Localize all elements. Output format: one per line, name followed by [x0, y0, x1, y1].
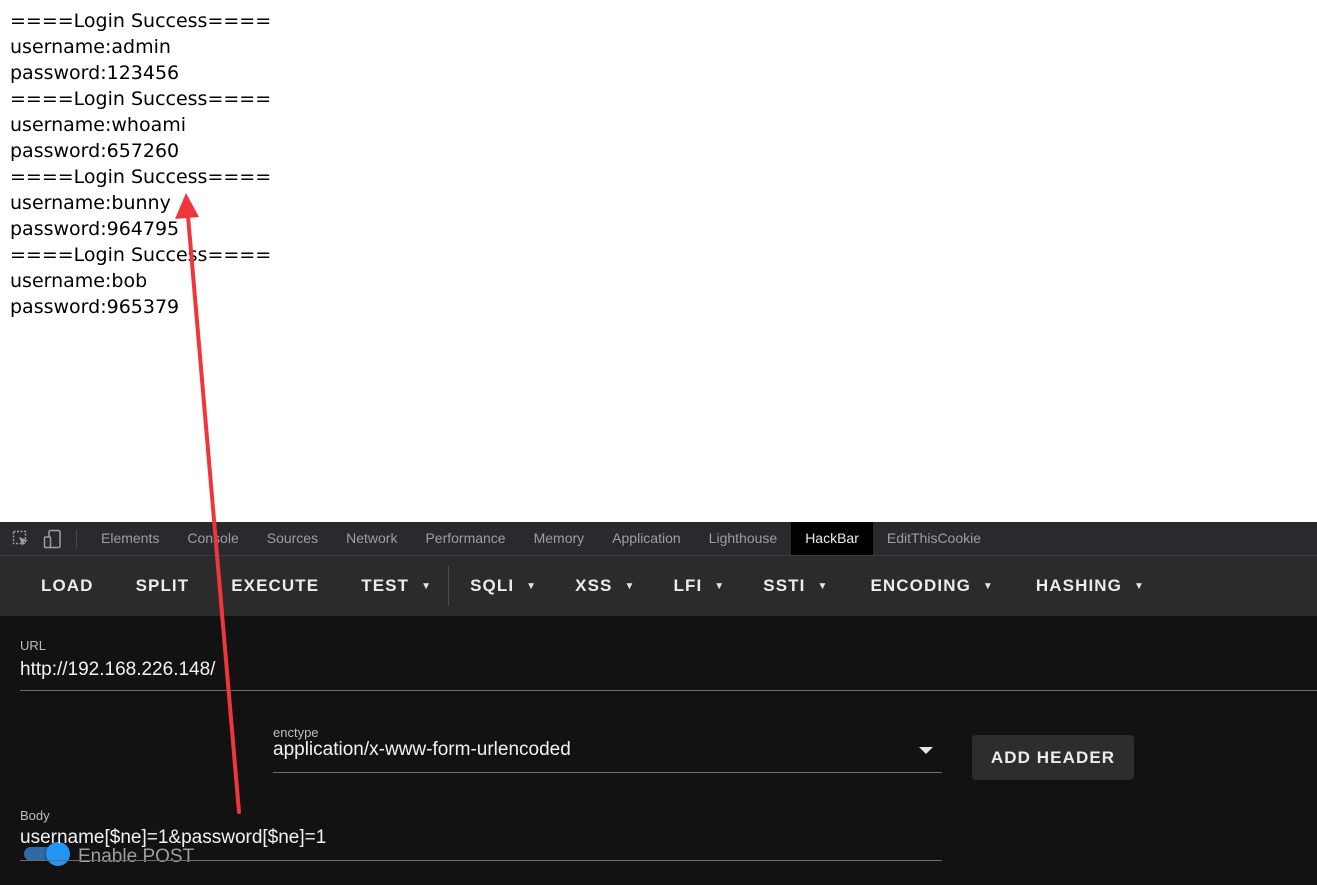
caret-down-icon: ▼	[817, 580, 829, 592]
tab-elements[interactable]: Elements	[87, 522, 173, 555]
body-underline	[20, 860, 942, 861]
ssti-menu-button[interactable]: SSTI ▼	[763, 556, 828, 616]
output-line: password:964795	[10, 218, 180, 240]
dropdown-caret-icon	[919, 747, 933, 754]
sqli-menu-button[interactable]: SQLI ▼	[470, 556, 537, 616]
split-button[interactable]: SPLIT	[136, 556, 190, 616]
enctype-select[interactable]: application/x-www-form-urlencoded	[273, 739, 913, 767]
caret-down-icon: ▼	[1134, 580, 1145, 592]
output-line: password:965379	[10, 296, 180, 318]
output-line: username:whoami	[10, 114, 187, 136]
hashing-menu-button[interactable]: HASHING ▼	[1036, 556, 1145, 616]
xss-menu-label: XSS	[575, 576, 613, 595]
tab-network[interactable]: Network	[332, 522, 411, 555]
load-button[interactable]: LOAD	[41, 556, 94, 616]
url-field[interactable]	[20, 656, 1310, 684]
output-line: ====Login Success====	[10, 10, 272, 32]
enctype-label: enctype	[273, 725, 319, 740]
toolbar-divider	[76, 529, 77, 548]
menubar-divider	[448, 566, 450, 606]
device-toolbar-icon[interactable]	[42, 528, 64, 550]
output-line: username:admin	[10, 36, 171, 58]
output-line: ====Login Success====	[10, 166, 272, 188]
caret-down-icon: ▼	[982, 580, 994, 592]
add-header-button[interactable]: ADD HEADER	[972, 735, 1134, 780]
tab-sources[interactable]: Sources	[253, 522, 332, 555]
output-line: ====Login Success====	[10, 88, 272, 110]
encoding-menu-button[interactable]: ENCODING ▼	[870, 556, 993, 616]
hackbar-panel: URL Enable POST enctype application/x-ww…	[0, 616, 1317, 885]
output-line: username:bob	[10, 270, 148, 292]
devtools-tabbar: Elements Console Sources Network Perform…	[0, 522, 1317, 556]
output-line: username:bunny	[10, 192, 171, 214]
caret-down-icon: ▼	[421, 580, 433, 592]
inspect-element-icon[interactable]	[10, 528, 32, 550]
tab-hackbar[interactable]: HackBar	[791, 522, 873, 555]
tab-editthiscookie[interactable]: EditThisCookie	[873, 522, 995, 555]
page-output: ====Login Success==== username:admin pas…	[10, 8, 271, 320]
hashing-menu-label: HASHING	[1035, 576, 1122, 595]
url-label: URL	[20, 638, 47, 653]
url-underline	[20, 690, 1317, 691]
load-button-label: LOAD	[41, 576, 94, 595]
caret-down-icon: ▼	[526, 580, 538, 592]
tab-application[interactable]: Application	[598, 522, 695, 555]
xss-menu-button[interactable]: XSS ▼	[575, 556, 635, 616]
tab-performance[interactable]: Performance	[411, 522, 519, 555]
devtools-panel: Elements Console Sources Network Perform…	[0, 522, 1317, 885]
output-line: password:123456	[10, 62, 180, 84]
ssti-menu-label: SSTI	[763, 576, 806, 595]
split-button-label: SPLIT	[135, 576, 190, 595]
caret-down-icon: ▼	[714, 580, 726, 592]
execute-button-label: EXECUTE	[231, 576, 320, 595]
tab-memory[interactable]: Memory	[520, 522, 599, 555]
tab-lighthouse[interactable]: Lighthouse	[695, 522, 792, 555]
execute-button[interactable]: EXECUTE	[231, 556, 319, 616]
test-menu-label: TEST	[361, 576, 410, 595]
output-line: ====Login Success====	[10, 244, 272, 266]
lfi-menu-button[interactable]: LFI ▼	[674, 556, 726, 616]
lfi-menu-label: LFI	[673, 576, 703, 595]
encoding-menu-label: ENCODING	[870, 576, 971, 595]
output-line: password:657260	[10, 140, 180, 162]
caret-down-icon: ▼	[624, 580, 636, 592]
tab-console[interactable]: Console	[173, 522, 252, 555]
hackbar-menubar: LOAD SPLIT EXECUTE TEST ▼ SQLI ▼ XSS ▼ L…	[0, 556, 1317, 616]
body-field[interactable]	[20, 824, 940, 852]
enctype-underline	[273, 772, 942, 773]
sqli-menu-label: SQLI	[470, 576, 515, 595]
body-label: Body	[20, 808, 50, 823]
test-menu-button[interactable]: TEST ▼	[361, 556, 432, 616]
